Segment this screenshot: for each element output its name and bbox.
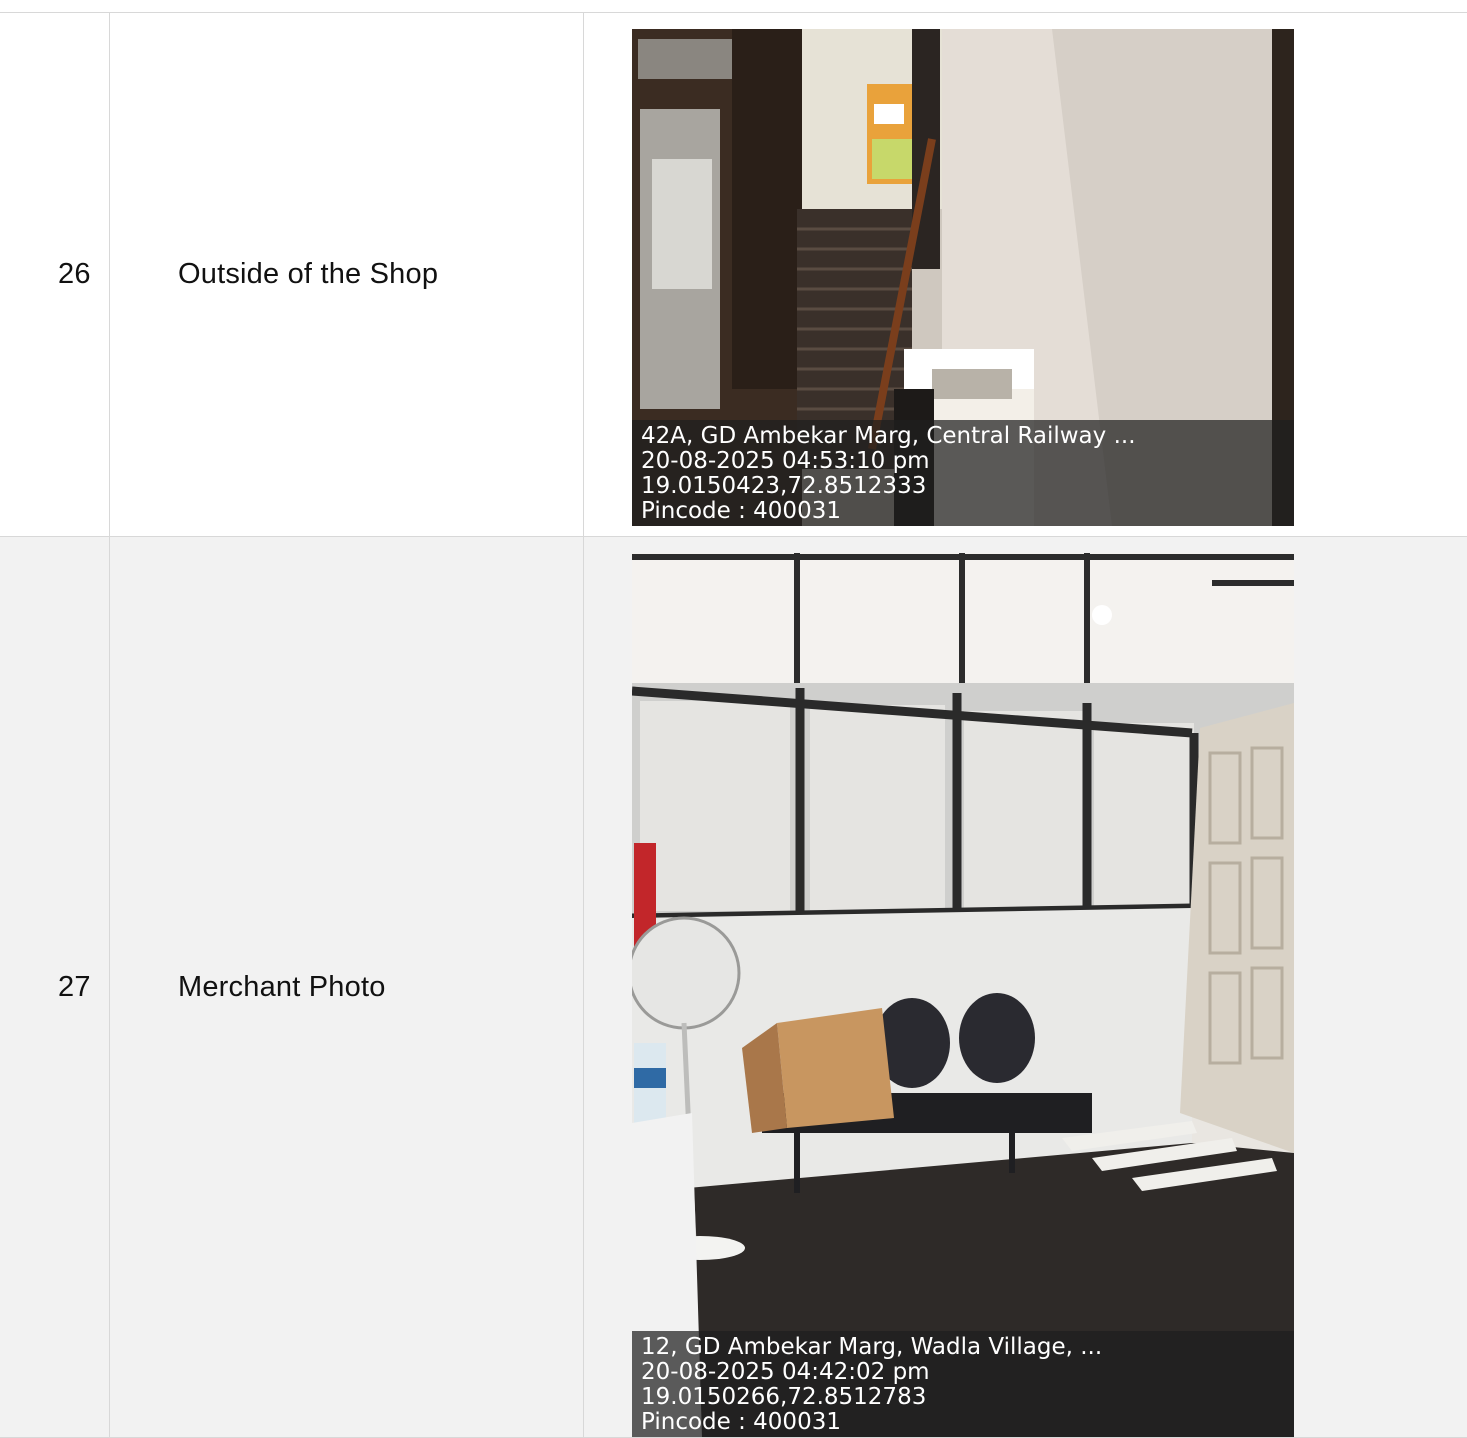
row-label-cell: Merchant Photo bbox=[130, 537, 584, 1437]
table-row: 27 Merchant Photo 12, GD Ambekar Marg, W… bbox=[0, 537, 1467, 1438]
geotag-coordinates: 19.0150266,72.8512783 bbox=[641, 1384, 927, 1410]
geotag-datetime: 20-08-2025 04:53:10 pm bbox=[641, 448, 930, 474]
geotag-address: 42A, GD Ambekar Marg, Central Railway ..… bbox=[641, 423, 1136, 449]
row-label-cell: Outside of the Shop bbox=[130, 13, 584, 536]
table-row: 26 Outside of the Shop 42A, GD Ambekar M… bbox=[0, 13, 1467, 537]
geotag-overlay: 42A, GD Ambekar Marg, Central Railway ..… bbox=[632, 420, 1294, 526]
row-label: Outside of the Shop bbox=[178, 258, 439, 290]
geotag-pincode: Pincode : 400031 bbox=[641, 498, 841, 524]
geotag-address: 12, GD Ambekar Marg, Wadla Village, ... bbox=[641, 1334, 1103, 1360]
merchant-photo[interactable]: 12, GD Ambekar Marg, Wadla Village, ... … bbox=[632, 553, 1294, 1437]
shop-outside-photo[interactable]: 42A, GD Ambekar Marg, Central Railway ..… bbox=[632, 29, 1294, 526]
row-number-cell: 26 bbox=[0, 13, 110, 536]
photo-table: 26 Outside of the Shop 42A, GD Ambekar M… bbox=[0, 12, 1467, 1438]
row-number: 26 bbox=[58, 258, 91, 290]
geotag-datetime: 20-08-2025 04:42:02 pm bbox=[641, 1359, 930, 1385]
office-interior-image bbox=[632, 553, 1294, 1437]
photo-cell: 12, GD Ambekar Marg, Wadla Village, ... … bbox=[584, 537, 1467, 1437]
row-number-cell: 27 bbox=[0, 537, 110, 1437]
row-number: 27 bbox=[58, 970, 91, 1003]
photo-cell: 42A, GD Ambekar Marg, Central Railway ..… bbox=[584, 13, 1467, 536]
geotag-pincode: Pincode : 400031 bbox=[641, 1409, 841, 1435]
geotag-overlay: 12, GD Ambekar Marg, Wadla Village, ... … bbox=[632, 1331, 1294, 1437]
row-label: Merchant Photo bbox=[178, 970, 386, 1003]
geotag-coordinates: 19.0150423,72.8512333 bbox=[641, 473, 927, 499]
